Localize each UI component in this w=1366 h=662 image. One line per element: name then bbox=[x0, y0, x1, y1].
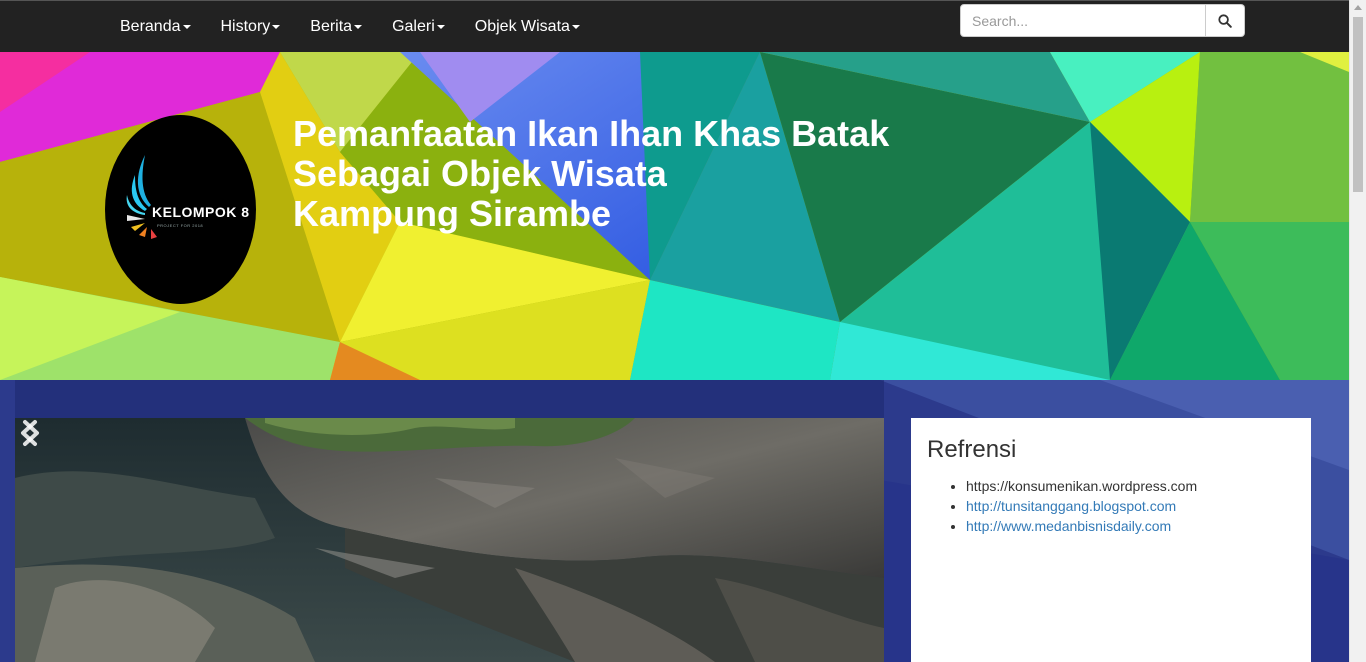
image-carousel[interactable] bbox=[15, 418, 884, 662]
scrollbar-thumb[interactable] bbox=[1353, 17, 1363, 192]
scroll-up-arrow-icon[interactable] bbox=[1354, 5, 1362, 10]
caret-down-icon bbox=[182, 25, 191, 29]
nav-item-label: Objek Wisata bbox=[474, 18, 570, 35]
search-form bbox=[960, 4, 1245, 37]
caret-down-icon bbox=[272, 25, 281, 29]
title-line-2: Sebagai Objek Wisata bbox=[293, 153, 667, 194]
reference-text: https://konsumenikan.wordpress.com bbox=[966, 478, 1198, 494]
caret-down-icon bbox=[436, 25, 445, 29]
main-content: Refrensi https://konsumenikan.wordpress.… bbox=[0, 380, 1349, 662]
nav-item-history[interactable]: History bbox=[206, 1, 296, 53]
logo-subtext: PROJECT FOR 2018 bbox=[157, 223, 204, 228]
reference-item: https://konsumenikan.wordpress.com bbox=[966, 476, 1295, 496]
reference-link[interactable]: http://tunsitanggang.blogspot.com bbox=[966, 498, 1176, 514]
vertical-scrollbar[interactable] bbox=[1349, 0, 1366, 662]
header-banner: KELOMPOK 8 PROJECT FOR 2018 Pemanfaatan … bbox=[0, 52, 1349, 380]
nav-item-beranda[interactable]: Beranda bbox=[105, 1, 206, 53]
nav-item-berita[interactable]: Berita bbox=[295, 1, 377, 53]
river-rock-photo bbox=[15, 418, 884, 662]
nav-item-objek-wisata[interactable]: Objek Wisata bbox=[460, 1, 595, 53]
logo-text: KELOMPOK 8 bbox=[152, 204, 250, 220]
kelompok-logo: KELOMPOK 8 PROJECT FOR 2018 bbox=[105, 115, 256, 304]
carousel-next-chevron-right-icon[interactable] bbox=[15, 418, 45, 448]
nav-item-label: Beranda bbox=[120, 18, 181, 35]
references-title: Refrensi bbox=[927, 436, 1017, 463]
nav-menu: Beranda History Berita Galeri Objek Wisa… bbox=[105, 1, 595, 53]
title-line-3: Kampung Sirambe bbox=[293, 193, 612, 234]
page-title: Pemanfaatan Ikan Ihan Khas Batak Sebagai… bbox=[293, 114, 933, 234]
caret-down-icon bbox=[571, 25, 580, 29]
references-panel: Refrensi https://konsumenikan.wordpress.… bbox=[911, 418, 1311, 662]
nav-item-label: Galeri bbox=[392, 18, 435, 35]
search-button[interactable] bbox=[1206, 4, 1245, 37]
references-list: https://konsumenikan.wordpress.com http:… bbox=[927, 476, 1295, 536]
title-line-1: Pemanfaatan Ikan Ihan Khas Batak bbox=[293, 113, 890, 154]
search-icon bbox=[1218, 13, 1232, 28]
reference-item: http://www.medanbisnisdaily.com bbox=[966, 516, 1295, 536]
top-navbar: Beranda History Berita Galeri Objek Wisa… bbox=[0, 0, 1349, 52]
reference-link[interactable]: http://www.medanbisnisdaily.com bbox=[966, 518, 1171, 534]
nav-item-label: Berita bbox=[310, 18, 353, 35]
nav-item-label: History bbox=[220, 18, 271, 35]
reference-item: http://tunsitanggang.blogspot.com bbox=[966, 496, 1295, 516]
nav-item-galeri[interactable]: Galeri bbox=[377, 1, 460, 53]
search-input[interactable] bbox=[960, 4, 1206, 37]
caret-down-icon bbox=[354, 25, 363, 29]
